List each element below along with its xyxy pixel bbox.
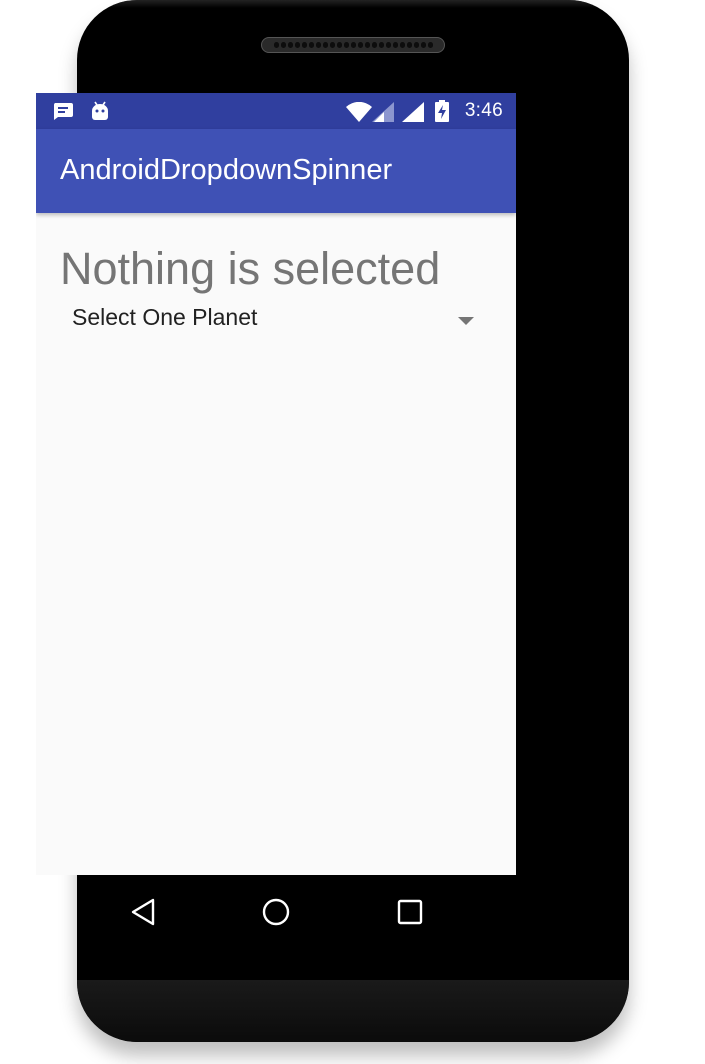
status-bar: 3:46 (36, 93, 516, 129)
recents-icon[interactable] (393, 895, 427, 929)
status-time: 3:46 (464, 100, 503, 121)
navigation-bar (36, 875, 516, 947)
message-notification-icon (52, 102, 74, 125)
phone-chin (77, 980, 629, 1042)
home-icon[interactable] (259, 895, 293, 929)
selection-status-text: Nothing is selected (60, 243, 441, 294)
earpiece-speaker (261, 37, 445, 53)
wifi-half-signal-icon (372, 102, 394, 127)
app-title: AndroidDropdownSpinner (60, 154, 393, 186)
back-icon[interactable] (126, 895, 160, 929)
planet-spinner[interactable]: Select One Planet (60, 297, 492, 337)
app-screen: 3:46 AndroidDropdownSpinner Nothing is s… (36, 93, 516, 875)
wifi-signal-icon (346, 101, 372, 127)
app-toolbar: AndroidDropdownSpinner (36, 129, 516, 213)
spinner-selected-value: Select One Planet (72, 304, 258, 330)
android-debug-icon (90, 101, 110, 126)
battery-charging-icon (435, 100, 449, 127)
dropdown-arrow-icon (458, 312, 474, 330)
cell-signal-icon (402, 102, 424, 127)
